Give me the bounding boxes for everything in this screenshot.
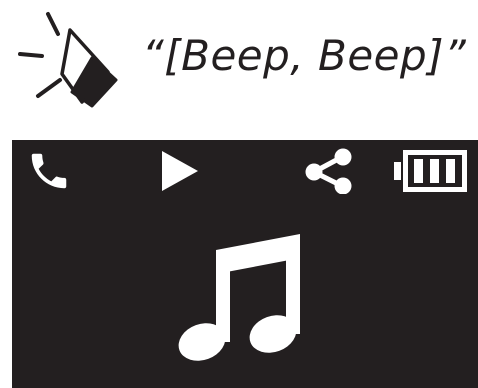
battery-bar-3: [446, 159, 455, 183]
battery-bar-1: [414, 159, 423, 183]
caption-text: “[Beep, Beep]”: [142, 31, 467, 80]
sound-caption: “[Beep, Beep]”: [0, 0, 478, 118]
phone-icon: [26, 148, 72, 194]
music-note-icon: [176, 234, 306, 364]
speaker-icon: [12, 8, 130, 108]
share-icon: [300, 148, 360, 194]
play-icon: [156, 148, 202, 194]
battery-icon: [394, 148, 470, 194]
battery-bar-2: [430, 159, 439, 183]
